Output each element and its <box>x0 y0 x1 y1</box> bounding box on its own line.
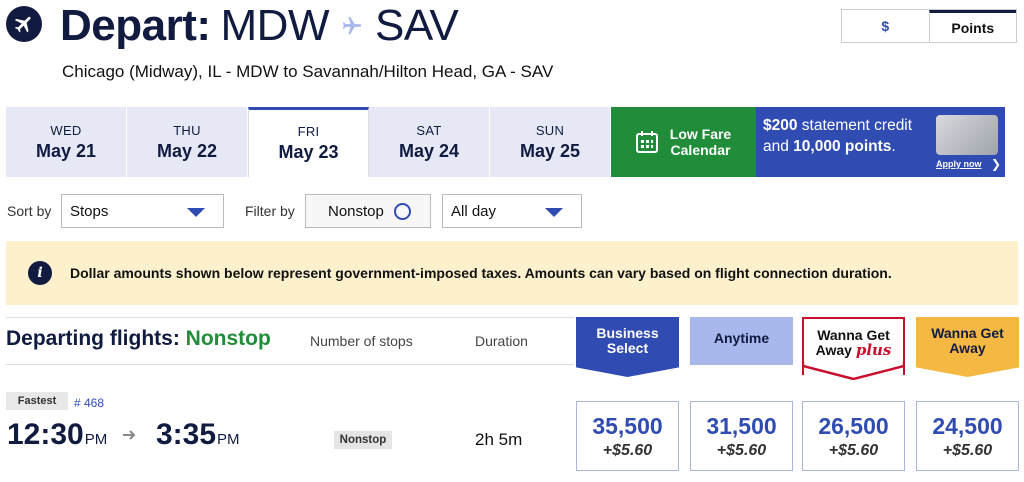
fare-option-anytime[interactable]: 31,500 +$5.60 <box>690 401 793 471</box>
date-tab-thu[interactable]: THU May 22 <box>127 107 248 177</box>
fare-tax: +$5.60 <box>602 441 653 459</box>
airplane-icon <box>6 6 42 42</box>
fare-header-wgap-border <box>802 362 905 380</box>
apply-now-link[interactable]: Apply now <box>936 159 982 169</box>
chevron-right-icon: ❯ <box>991 157 1002 171</box>
sort-label: Sort by <box>7 203 52 219</box>
promo-amount: $200 <box>763 117 798 134</box>
fare-header-label: Business Select <box>596 325 659 356</box>
calendar-icon <box>635 131 658 153</box>
date-tab-dow: SUN <box>535 122 565 138</box>
fare-tax: +$5.60 <box>716 441 767 459</box>
departing-flights-title: Departing flights: Nonstop <box>6 327 271 351</box>
fare-points: 24,500 <box>932 412 1003 439</box>
date-tab-sat[interactable]: SAT May 24 <box>369 107 490 177</box>
date-tab-dow: WED <box>50 122 82 138</box>
column-header-duration: Duration <box>475 333 528 349</box>
fare-points: 31,500 <box>706 412 777 439</box>
depart-time: 12:30PM <box>7 418 107 452</box>
date-tab-day: May 21 <box>35 140 97 161</box>
arrive-ampm: PM <box>217 431 240 448</box>
low-fare-line1: Low Fare <box>669 126 732 142</box>
date-tab-sun[interactable]: SUN May 25 <box>490 107 611 177</box>
divider <box>6 364 574 365</box>
fare-header-label-group: Wanna Get Away plus <box>814 328 894 358</box>
fare-points: 26,500 <box>818 412 889 439</box>
arrive-time-value: 3:35 <box>156 418 217 451</box>
fare-tax: +$5.60 <box>828 441 879 459</box>
promo-points: 10,000 points <box>793 138 892 155</box>
date-tab-day: May 24 <box>398 140 460 161</box>
route-plane-icon <box>341 15 363 37</box>
page-title: Depart: MDW SAV <box>60 1 459 50</box>
date-tab-dow: FRI <box>297 124 320 139</box>
currency-toggle: $ Points <box>841 9 1017 43</box>
fare-option-wanna-get-away-plus[interactable]: 26,500 +$5.60 <box>802 401 905 471</box>
fare-points: 35,500 <box>592 412 663 439</box>
depart-time-value: 12:30 <box>7 418 84 451</box>
stops-badge[interactable]: Nonstop <box>334 431 392 449</box>
low-fare-calendar-button[interactable]: Low Fare Calendar <box>611 107 756 177</box>
radio-circle-icon <box>393 202 411 220</box>
departing-flights-filter: Nonstop <box>185 327 271 350</box>
points-option[interactable]: Points <box>928 10 1016 42</box>
tax-notice: i Dollar amounts shown below represent g… <box>6 241 1018 305</box>
credit-card-promo[interactable]: $200 statement credit and 10,000 points.… <box>756 107 1005 177</box>
fare-header-wanna-get-away: Wanna Get Away <box>916 317 1019 377</box>
fare-header-anytime: Anytime <box>690 317 793 365</box>
route-subtitle: Chicago (Midway), IL - MDW to Savannah/H… <box>62 62 554 81</box>
fare-header-label: Wanna Get Away <box>931 325 1004 356</box>
filter-label: Filter by <box>245 203 295 219</box>
promo-text2: . <box>891 138 896 155</box>
origin-code: MDW <box>220 1 330 50</box>
time-of-day-select[interactable]: All day <box>442 194 582 228</box>
fare-tax: +$5.60 <box>942 441 993 459</box>
sort-value: Stops <box>70 202 109 220</box>
fare-header-business-select: Business Select <box>576 317 679 377</box>
date-tab-day: May 23 <box>278 142 339 162</box>
fare-option-wanna-get-away[interactable]: 24,500 +$5.60 <box>916 401 1019 471</box>
chevron-down-icon <box>545 208 563 217</box>
date-tab-day: May 22 <box>156 140 218 161</box>
departing-flights-label: Departing flights: <box>6 327 180 350</box>
flight-number-link[interactable]: # 468 <box>74 396 104 410</box>
chevron-down-icon <box>187 208 205 217</box>
credit-card-image <box>936 115 998 155</box>
date-tab-fri[interactable]: FRI May 23 <box>248 107 369 177</box>
divider <box>6 317 574 318</box>
nonstop-label: Nonstop <box>328 202 384 220</box>
fare-header-label: Anytime <box>713 330 770 346</box>
promo-text: $200 statement credit and 10,000 points. <box>763 115 933 157</box>
time-of-day-value: All day <box>451 202 497 220</box>
fare-option-business-select[interactable]: 35,500 +$5.60 <box>576 401 679 471</box>
fastest-badge: Fastest <box>6 392 68 410</box>
date-tabs: WED May 21 THU May 22 FRI May 23 SAT May… <box>6 107 1005 177</box>
flight-duration: 2h 5m <box>475 430 523 449</box>
arrive-time: 3:35PM <box>156 418 240 452</box>
tax-notice-text: Dollar amounts shown below represent gov… <box>70 265 892 281</box>
date-tab-dow: THU <box>173 122 201 138</box>
depart-ampm: PM <box>84 431 108 448</box>
column-header-stops: Number of stops <box>310 333 413 349</box>
low-fare-line2: Calendar <box>670 142 731 158</box>
destination-code: SAV <box>375 1 459 50</box>
sort-select[interactable]: Stops <box>61 194 224 228</box>
date-tab-wed[interactable]: WED May 21 <box>6 107 127 177</box>
date-tab-dow: SAT <box>416 122 442 138</box>
fare-header-plus: plus <box>855 341 892 359</box>
date-tab-day: May 25 <box>519 140 581 161</box>
title-depart: Depart: <box>60 1 211 50</box>
dollar-option[interactable]: $ <box>842 10 929 42</box>
info-icon: i <box>28 261 52 285</box>
nonstop-filter-button[interactable]: Nonstop <box>305 194 431 228</box>
arrow-right-icon <box>123 430 136 440</box>
